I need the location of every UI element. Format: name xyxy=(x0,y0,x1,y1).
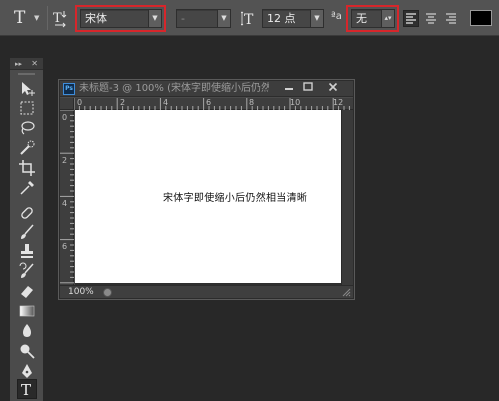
ruler-label: 0 xyxy=(77,98,83,107)
gradient-tool-icon[interactable] xyxy=(18,302,36,320)
svg-text:T: T xyxy=(21,381,31,398)
options-bar: T ▼ T 宋体 ▼ - ▼ T 12 点 ▼ ªa 无 ▴▾ xyxy=(0,0,499,36)
move-tool-icon[interactable] xyxy=(18,80,36,98)
ruler-label: 2 xyxy=(62,156,68,165)
resize-grip-icon[interactable] xyxy=(342,288,351,297)
tools-panel-header: ▸▸ ✕ xyxy=(10,58,43,70)
photoshop-logo-icon: Ps xyxy=(63,83,75,95)
document-window: Ps 未标题-3 @ 100% (宋体字即使缩小后仍然相当... 0 2 4 6… xyxy=(59,80,354,299)
type-tool-preset-icon: T xyxy=(14,8,26,28)
canvas[interactable]: 宋体字即使缩小后仍然相当清晰 xyxy=(75,110,341,283)
close-icon[interactable]: ✕ xyxy=(31,58,38,70)
svg-text:T: T xyxy=(244,12,254,28)
ruler-label: 2 xyxy=(120,98,126,107)
font-size-value: 12 点 xyxy=(267,12,296,25)
antialias-select[interactable]: 无 ▴▾ xyxy=(351,9,395,28)
collapse-panel-icon[interactable]: ▸▸ xyxy=(15,58,22,70)
chevron-down-icon: ▼ xyxy=(310,10,323,27)
status-bar: 100% xyxy=(60,285,353,298)
font-family-select[interactable]: 宋体 ▼ xyxy=(80,9,162,28)
ruler-label: 6 xyxy=(206,98,212,107)
ruler-label: 0 xyxy=(62,113,68,122)
horizontal-ruler[interactable]: 0 2 4 6 8 10 12 xyxy=(74,98,353,110)
minimize-icon[interactable] xyxy=(281,82,297,95)
chevron-down-icon: ▼ xyxy=(217,10,230,27)
divider xyxy=(47,6,48,30)
svg-text:T: T xyxy=(53,11,62,26)
eraser-tool-icon[interactable] xyxy=(18,282,36,300)
eyedropper-tool-icon[interactable] xyxy=(18,179,36,197)
ruler-label: 8 xyxy=(249,98,255,107)
font-style-select[interactable]: - ▼ xyxy=(176,9,231,28)
tool-preset-picker[interactable]: T ▼ xyxy=(12,8,44,28)
vertical-scrollbar[interactable] xyxy=(341,110,353,285)
ruler-label: 4 xyxy=(62,199,68,208)
chevron-down-icon: ▼ xyxy=(34,14,40,22)
zoom-level[interactable]: 100% xyxy=(68,286,94,299)
blur-tool-icon[interactable] xyxy=(18,322,36,340)
font-style-value: - xyxy=(181,12,185,25)
dodge-tool-icon[interactable] xyxy=(18,342,36,360)
font-size-icon: T xyxy=(240,9,259,28)
align-right-button[interactable] xyxy=(443,10,459,27)
marquee-tool-icon[interactable] xyxy=(18,99,36,117)
ruler-label: 4 xyxy=(163,98,169,107)
toggle-text-orientation-icon[interactable]: T xyxy=(52,8,70,28)
align-center-button[interactable] xyxy=(423,10,439,27)
lasso-tool-icon[interactable] xyxy=(18,119,36,137)
healing-brush-tool-icon[interactable] xyxy=(18,204,36,222)
vertical-ruler[interactable]: 0 2 4 6 xyxy=(60,110,74,285)
antialias-icon: ªa xyxy=(331,11,342,22)
chevron-updown-icon: ▴▾ xyxy=(381,10,394,27)
pen-tool-icon[interactable] xyxy=(18,362,36,380)
chevron-down-icon: ▼ xyxy=(148,10,161,27)
type-tool-icon[interactable]: T xyxy=(17,379,37,399)
ruler-label: 12 xyxy=(333,98,344,107)
ruler-label: 10 xyxy=(290,98,301,107)
close-icon[interactable] xyxy=(325,82,341,95)
crop-tool-icon[interactable] xyxy=(18,159,36,177)
document-title-bar[interactable]: Ps 未标题-3 @ 100% (宋体字即使缩小后仍然相当... xyxy=(60,81,353,97)
document-title: 未标题-3 @ 100% (宋体字即使缩小后仍然相当... xyxy=(79,83,269,94)
canvas-text-layer[interactable]: 宋体字即使缩小后仍然相当清晰 xyxy=(163,189,313,204)
canvas-area[interactable]: 宋体字即使缩小后仍然相当清晰 xyxy=(75,110,341,285)
ruler-label: 6 xyxy=(62,242,68,251)
panel-grip[interactable] xyxy=(18,73,35,75)
text-align-group xyxy=(403,10,463,27)
tools-panel: ▸▸ ✕ T xyxy=(10,58,43,401)
brush-tool-icon[interactable] xyxy=(18,223,36,241)
font-family-value: 宋体 xyxy=(85,12,107,25)
font-size-select[interactable]: 12 点 ▼ xyxy=(262,9,324,28)
status-menu-icon[interactable] xyxy=(103,288,112,297)
antialias-value: 无 xyxy=(356,12,367,25)
clone-stamp-tool-icon[interactable] xyxy=(18,242,36,260)
history-brush-tool-icon[interactable] xyxy=(18,262,36,280)
align-left-button[interactable] xyxy=(403,10,419,27)
ruler-origin[interactable] xyxy=(60,98,74,110)
maximize-icon[interactable] xyxy=(300,82,316,95)
quick-select-tool-icon[interactable] xyxy=(18,139,36,157)
text-color-swatch[interactable] xyxy=(470,10,492,26)
